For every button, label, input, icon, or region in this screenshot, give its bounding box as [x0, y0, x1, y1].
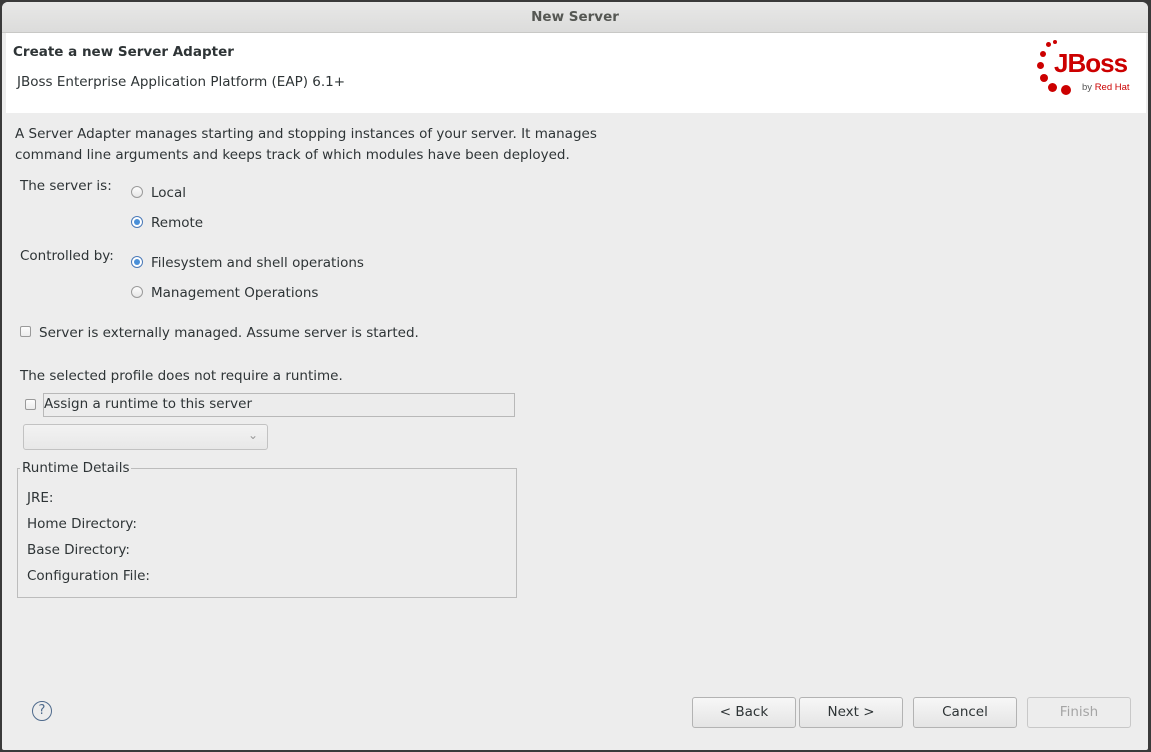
- jboss-logo: JBoss by Red Hat: [1036, 38, 1140, 100]
- assign-runtime-label[interactable]: Assign a runtime to this server: [44, 396, 252, 412]
- radio-local[interactable]: [131, 186, 143, 198]
- radio-remote[interactable]: [131, 216, 143, 228]
- logo-text: JBoss: [1054, 48, 1128, 78]
- runtime-note: The selected profile does not require a …: [20, 368, 343, 384]
- next-button[interactable]: Next >: [799, 697, 903, 728]
- base-directory-label: Base Directory:: [27, 542, 130, 558]
- back-button[interactable]: < Back: [692, 697, 796, 728]
- home-directory-label: Home Directory:: [27, 516, 137, 532]
- radio-local-label[interactable]: Local: [151, 185, 186, 201]
- radio-filesystem-shell-label[interactable]: Filesystem and shell operations: [151, 255, 364, 271]
- radio-filesystem-shell[interactable]: [131, 256, 143, 268]
- runtime-select[interactable]: ⌄: [23, 424, 268, 450]
- runtime-details-title: Runtime Details: [20, 460, 132, 476]
- cancel-button[interactable]: Cancel: [913, 697, 1017, 728]
- externally-managed-label[interactable]: Server is externally managed. Assume ser…: [39, 325, 419, 341]
- logo-byline: by Red Hat: [1082, 82, 1130, 93]
- radio-remote-label[interactable]: Remote: [151, 215, 203, 231]
- question-circle-icon[interactable]: ?: [32, 701, 52, 721]
- configuration-file-label: Configuration File:: [27, 568, 150, 584]
- banner-title: Create a new Server Adapter: [13, 44, 234, 60]
- runtime-details-group: Runtime Details JRE: Home Directory: Bas…: [17, 460, 517, 598]
- chevron-down-icon: ⌄: [247, 428, 258, 442]
- finish-button[interactable]: Finish: [1027, 697, 1131, 728]
- window-title: New Server: [2, 2, 1148, 33]
- wizard-banner: Create a new Server Adapter JBoss Enterp…: [6, 33, 1146, 113]
- assign-runtime-checkbox[interactable]: [25, 399, 36, 410]
- banner-subtitle: JBoss Enterprise Application Platform (E…: [17, 74, 346, 90]
- jre-label: JRE:: [27, 490, 54, 506]
- description-line-2: command line arguments and keeps track o…: [15, 147, 570, 163]
- description-line-1: A Server Adapter manages starting and st…: [15, 126, 597, 142]
- externally-managed-checkbox[interactable]: [20, 326, 31, 337]
- controlled-by-label: Controlled by:: [20, 248, 114, 264]
- radio-management-operations[interactable]: [131, 286, 143, 298]
- server-location-label: The server is:: [20, 178, 112, 194]
- radio-management-operations-label[interactable]: Management Operations: [151, 285, 318, 301]
- new-server-dialog: New Server Create a new Server Adapter J…: [2, 2, 1148, 750]
